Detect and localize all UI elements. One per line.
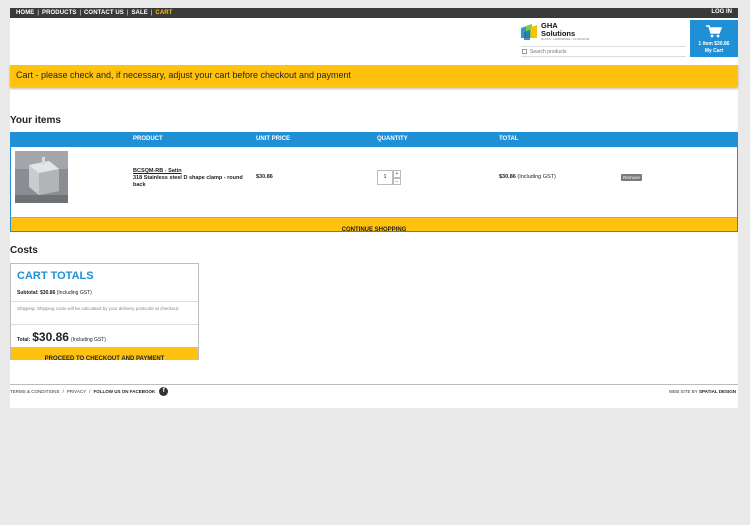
subtotal-label: Subtotal: xyxy=(17,290,39,296)
login-link[interactable]: LOG IN xyxy=(711,9,732,15)
mini-cart-label: My Cart xyxy=(704,48,724,54)
site-logo[interactable]: GHA Solutions GLASS • HARDWARE • ALUMINI… xyxy=(521,21,593,41)
footer-separator: / xyxy=(89,389,91,394)
divider xyxy=(11,324,198,325)
nav-links: HOME | PRODUCTS | CONTACT US | SALE | CA… xyxy=(16,9,173,17)
continue-shopping-button[interactable]: CONTINUE SHOPPING xyxy=(11,217,737,233)
logo-tagline: GLASS • HARDWARE • ALUMINIUM xyxy=(541,38,590,41)
quantity-input[interactable]: 1 xyxy=(377,170,393,185)
cart-notice-text: Cart - please check and, if necessary, a… xyxy=(16,70,352,80)
table-header: PRODUCT UNIT PRICE QUANTITY TOTAL xyxy=(11,133,737,147)
unit-price: $30.86 xyxy=(256,174,273,180)
mini-cart-summary: 1 item $30.86 xyxy=(698,41,730,47)
proceed-label: PROCEED TO CHECKOUT AND PAYMENT xyxy=(44,356,165,362)
line-total: $30.86 (Including GST) xyxy=(499,174,556,180)
logo-brand: GHA Solutions xyxy=(541,21,576,38)
cart-items-table: PRODUCT UNIT PRICE QUANTITY TOTAL BCSQM-… xyxy=(10,132,738,233)
col-quantity: QUANTITY xyxy=(377,136,408,142)
grand-total: Total: $30.86 (Including GST) xyxy=(17,330,106,344)
costs-heading: Costs xyxy=(10,245,38,256)
nav-separator: | xyxy=(37,10,39,16)
mini-cart-button[interactable]: 1 item $30.86 My Cart xyxy=(690,20,738,57)
privacy-link[interactable]: PRIVACY xyxy=(67,389,86,394)
logo-mark-icon xyxy=(521,24,539,40)
nav-separator: | xyxy=(79,10,81,16)
product-code-link[interactable]: BCSQM-RB - Satin xyxy=(133,168,182,174)
footer-links: TERMS & CONDITIONS / PRIVACY / FOLLOW US… xyxy=(10,387,169,396)
col-product: PRODUCT xyxy=(133,136,163,142)
subtotal: Subtotal: $30.86 (Including GST) xyxy=(17,290,92,296)
nav-sale[interactable]: SALE xyxy=(131,10,147,16)
product-description: 318 Stainless steel D shape clamp - roun… xyxy=(133,175,243,188)
shipping-note: Shipping: Shipping costs will be calcula… xyxy=(17,306,180,311)
cart-totals-title: CART TOTALS xyxy=(17,270,94,282)
credit-link[interactable]: SPATIAL DESIGN xyxy=(699,389,736,394)
line-total-suffix: (Including GST) xyxy=(517,174,556,180)
quantity-decrease-button[interactable]: − xyxy=(393,177,401,185)
quantity-stepper: 1 + − xyxy=(377,170,401,185)
product-image[interactable] xyxy=(15,151,68,203)
search-bar xyxy=(521,46,686,57)
subtotal-value: $30.86 xyxy=(40,290,56,296)
total-suffix: (Including GST) xyxy=(70,337,106,343)
top-navigation: HOME | PRODUCTS | CONTACT US | SALE | CA… xyxy=(10,8,738,18)
quantity-increase-button[interactable]: + xyxy=(393,170,401,178)
cart-icon xyxy=(706,25,722,38)
nav-contact-us[interactable]: CONTACT US xyxy=(84,10,124,16)
facebook-icon[interactable]: f xyxy=(159,387,169,396)
facebook-link[interactable]: FOLLOW US ON FACEBOOK xyxy=(93,389,155,394)
items-heading: Your items xyxy=(10,115,61,126)
footer-divider xyxy=(10,384,738,385)
search-icon xyxy=(522,49,527,54)
footer-separator: / xyxy=(62,389,64,394)
nav-cart[interactable]: CART xyxy=(155,10,172,16)
cart-notice-banner: Cart - please check and, if necessary, a… xyxy=(10,65,738,87)
subtotal-suffix: (Including GST) xyxy=(56,290,92,296)
site-credit: WEB SITE BY SPATIAL DESIGN xyxy=(669,389,736,394)
remove-button[interactable]: Remove xyxy=(621,174,642,181)
total-value: $30.86 xyxy=(32,330,69,344)
table-row: BCSQM-RB - Satin 318 Stainless steel D s… xyxy=(11,147,737,217)
proceed-to-checkout-button[interactable]: PROCEED TO CHECKOUT AND PAYMENT xyxy=(11,347,198,362)
nav-home[interactable]: HOME xyxy=(16,10,34,16)
continue-shopping-label: CONTINUE SHOPPING xyxy=(341,227,407,233)
nav-products[interactable]: PRODUCTS xyxy=(42,10,76,16)
line-total-value: $30.86 xyxy=(499,174,516,180)
col-total: TOTAL xyxy=(499,136,519,142)
nav-separator: | xyxy=(150,10,153,16)
search-input[interactable] xyxy=(530,48,680,55)
nav-separator: | xyxy=(126,10,129,16)
credit-prefix: WEB SITE BY xyxy=(669,389,698,394)
total-label: Total: xyxy=(17,337,31,343)
divider xyxy=(11,301,198,302)
terms-link[interactable]: TERMS & CONDITIONS xyxy=(10,389,60,394)
page: HOME | PRODUCTS | CONTACT US | SALE | CA… xyxy=(0,0,750,525)
col-unit-price: UNIT PRICE xyxy=(256,136,291,142)
cart-totals-panel: CART TOTALS Subtotal: $30.86 (Including … xyxy=(10,263,199,362)
